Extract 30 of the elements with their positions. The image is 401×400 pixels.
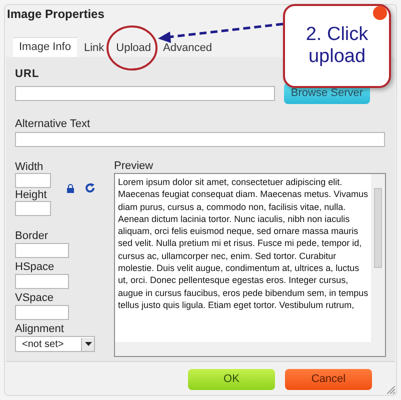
preview-text: Lorem ipsum dolor sit amet, consectetuer adipiscing elit. Maecenas feugiat consequat diam. Maecenas metus. Vivamus diam purus, cursus a, commodo non, facilisis vitae, nulla. Aenean dictum lacinia tortor. Nunc iaculis, nibh non iaculis aliquam, orci felis euismod neque, sed ornare massa mauris sed velit. Nulla pretium mi et risus. Fusce mi pede, tempor id, cursus ac, ullamcorper nec, enim. Sed tortor. Curabitur molestie. Duis velit augue, condimentum at, ultrices a, luctus ut, orci. Donec pellentesque egestas eros. Integer cursus, augue in cursus faucibus, eros pede bibendum sem, in tempus tellus justo quis ligula. Etiam eget tortor. Vestibulum rutrum, bbox=[117, 176, 370, 312]
resize-grip-icon[interactable] bbox=[387, 386, 395, 394]
cancel-button[interactable]: Cancel bbox=[285, 369, 372, 390]
text-field[interactable] bbox=[15, 132, 385, 147]
close-icon[interactable] bbox=[373, 6, 387, 20]
alignment-select[interactable]: <not set> bbox=[15, 336, 95, 352]
highlight-circle bbox=[106, 25, 158, 71]
alternative-text-label: Alternative Text bbox=[15, 116, 92, 132]
text-field[interactable] bbox=[15, 243, 69, 258]
field-label: VSpace bbox=[15, 292, 54, 305]
lock-icon[interactable] bbox=[67, 184, 74, 192]
text-field[interactable] bbox=[15, 305, 69, 320]
alignment-label: Alignment bbox=[15, 323, 64, 336]
ok-button[interactable]: OK bbox=[188, 369, 275, 390]
url-label: URL bbox=[15, 67, 40, 82]
text-field[interactable] bbox=[15, 201, 51, 216]
horizontal-scrollbar[interactable] bbox=[115, 342, 385, 356]
refresh-icon[interactable] bbox=[85, 183, 95, 193]
text-field[interactable] bbox=[15, 274, 69, 289]
callout-text: 2. Click upload bbox=[304, 24, 370, 68]
tab[interactable]: Image Info bbox=[13, 37, 77, 57]
field-label: Width bbox=[15, 161, 44, 173]
field-label: Height bbox=[15, 189, 47, 201]
text-field[interactable] bbox=[15, 173, 51, 188]
preview-label: Preview bbox=[114, 160, 154, 173]
vertical-scrollbar[interactable] bbox=[371, 174, 385, 344]
dialog-title: Image Properties bbox=[6, 7, 104, 21]
text-field[interactable] bbox=[15, 86, 275, 100]
field-label: Border bbox=[15, 230, 48, 243]
field-label: HSpace bbox=[15, 261, 54, 274]
